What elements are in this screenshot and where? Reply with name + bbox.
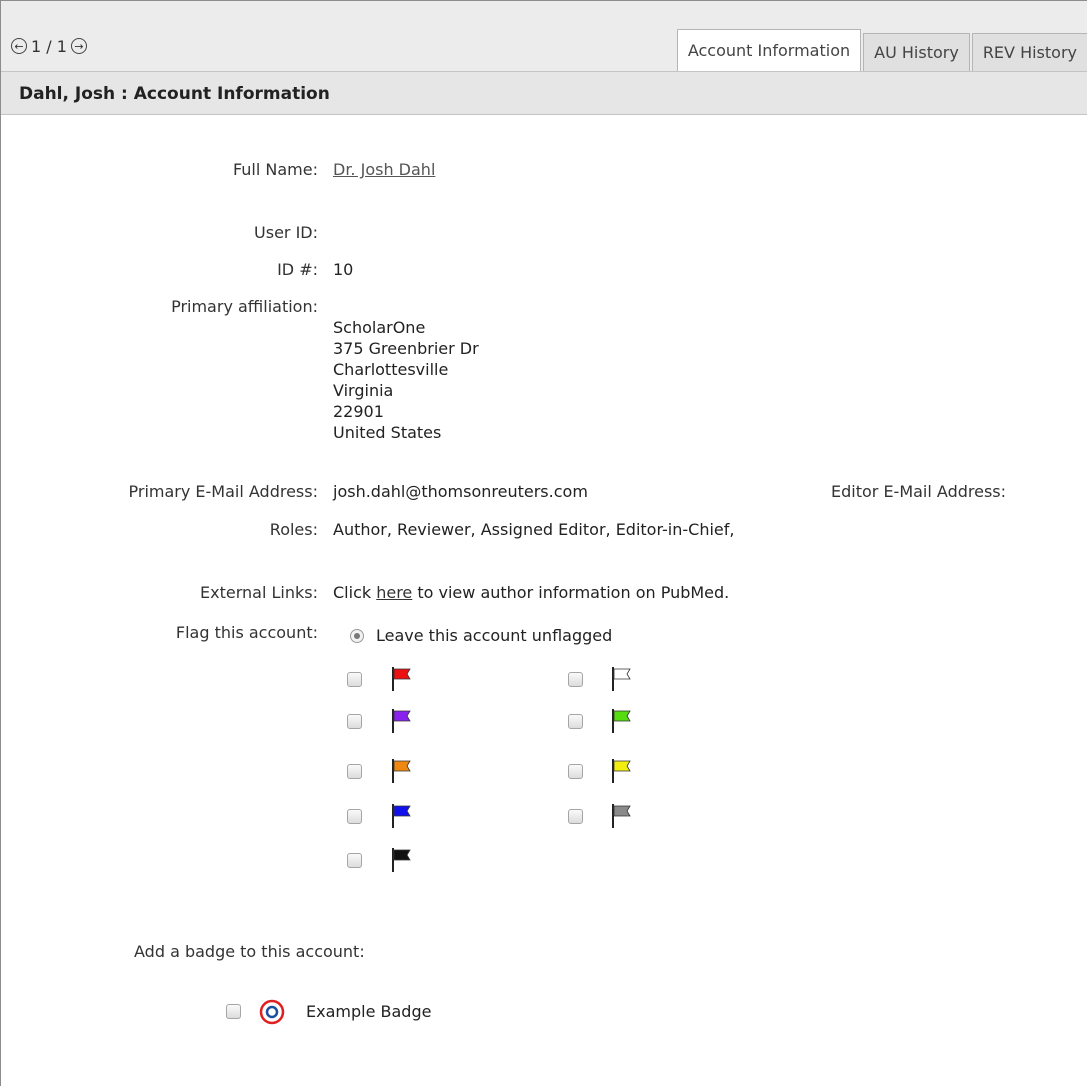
green-flag-icon bbox=[612, 709, 631, 733]
white-flag-icon bbox=[612, 667, 631, 691]
red-flag-icon bbox=[392, 667, 411, 691]
roles-label: Roles: bbox=[269, 520, 318, 539]
full-name-value: Dr. Josh Dahl bbox=[333, 160, 435, 179]
tab-rev-history[interactable]: REV History bbox=[971, 33, 1087, 71]
badge-checkbox[interactable] bbox=[226, 1004, 241, 1019]
roles-value: Author, Reviewer, Assigned Editor, Edito… bbox=[333, 520, 735, 539]
user-id-label: User ID: bbox=[254, 223, 318, 242]
leave-unflagged-radio[interactable] bbox=[350, 629, 364, 643]
affiliation-line: 375 Greenbrier Dr bbox=[333, 339, 479, 358]
affiliation-line: United States bbox=[333, 423, 442, 442]
pager: ← 1 / 1 → bbox=[11, 33, 87, 59]
black-flag-icon bbox=[392, 848, 411, 872]
badge-name: Example Badge bbox=[306, 1002, 432, 1021]
affiliation-line: ScholarOne bbox=[333, 318, 426, 337]
purple-flag-icon bbox=[392, 709, 411, 733]
affiliation-line: 22901 bbox=[333, 402, 384, 421]
next-record-icon[interactable]: → bbox=[70, 38, 87, 54]
id-number-label: ID #: bbox=[277, 260, 318, 279]
flag-checkbox-orange[interactable] bbox=[347, 764, 362, 779]
leave-unflagged-label: Leave this account unflagged bbox=[376, 626, 613, 645]
previous-record-icon[interactable]: ← bbox=[11, 38, 27, 54]
flag-checkbox-green[interactable] bbox=[568, 714, 583, 729]
affiliation-line: Charlottesville bbox=[333, 360, 449, 379]
gray-flag-icon bbox=[612, 804, 631, 828]
page-title: Dahl, Josh : Account Information bbox=[19, 84, 330, 104]
external-links-label: External Links: bbox=[200, 583, 318, 602]
tab-au-history[interactable]: AU History bbox=[863, 33, 970, 71]
account-panel: ← 1 / 1 → Account Information AU History… bbox=[0, 0, 1087, 1086]
top-toolbar: ← 1 / 1 → Account Information AU History… bbox=[1, 1, 1087, 71]
external-links-post: to view author information on PubMed. bbox=[412, 583, 730, 602]
orange-flag-icon bbox=[392, 759, 411, 783]
blue-flag-icon bbox=[392, 804, 411, 828]
badge-icon bbox=[259, 999, 285, 1025]
tab-account-information[interactable]: Account Information bbox=[676, 29, 862, 71]
add-badge-label: Add a badge to this account: bbox=[134, 942, 365, 961]
external-links-text: Click here to view author information on… bbox=[333, 583, 729, 602]
flag-checkbox-yellow[interactable] bbox=[568, 764, 583, 779]
primary-email-label: Primary E-Mail Address: bbox=[128, 482, 319, 501]
flag-checkbox-blue[interactable] bbox=[347, 809, 362, 824]
editor-email-label: Editor E-Mail Address: bbox=[831, 482, 1007, 501]
full-name-link[interactable]: Dr. Josh Dahl bbox=[333, 160, 435, 179]
flag-checkbox-white[interactable] bbox=[568, 672, 583, 687]
flag-account-label: Flag this account: bbox=[175, 623, 318, 642]
primary-affiliation-address: ScholarOne 375 Greenbrier Dr Charlottesv… bbox=[333, 317, 479, 443]
flag-checkbox-red[interactable] bbox=[347, 672, 362, 687]
full-name-label: Full Name: bbox=[232, 160, 318, 179]
external-links-pre: Click bbox=[333, 583, 377, 602]
pubmed-here-link[interactable]: here bbox=[376, 583, 412, 602]
section-header: Dahl, Josh : Account Information bbox=[1, 71, 1087, 115]
tab-bar: Account Information AU History REV Histo… bbox=[675, 29, 1087, 71]
pager-text: 1 / 1 bbox=[31, 36, 67, 56]
yellow-flag-icon bbox=[612, 759, 631, 783]
affiliation-line: Virginia bbox=[333, 381, 394, 400]
primary-affiliation-label: Primary affiliation: bbox=[171, 297, 318, 316]
flag-checkbox-gray[interactable] bbox=[568, 809, 583, 824]
flag-checkbox-purple[interactable] bbox=[347, 714, 362, 729]
flag-checkbox-black[interactable] bbox=[347, 853, 362, 868]
id-number-value: 10 bbox=[333, 260, 354, 279]
primary-email-value: josh.dahl@thomsonreuters.com bbox=[333, 482, 588, 501]
